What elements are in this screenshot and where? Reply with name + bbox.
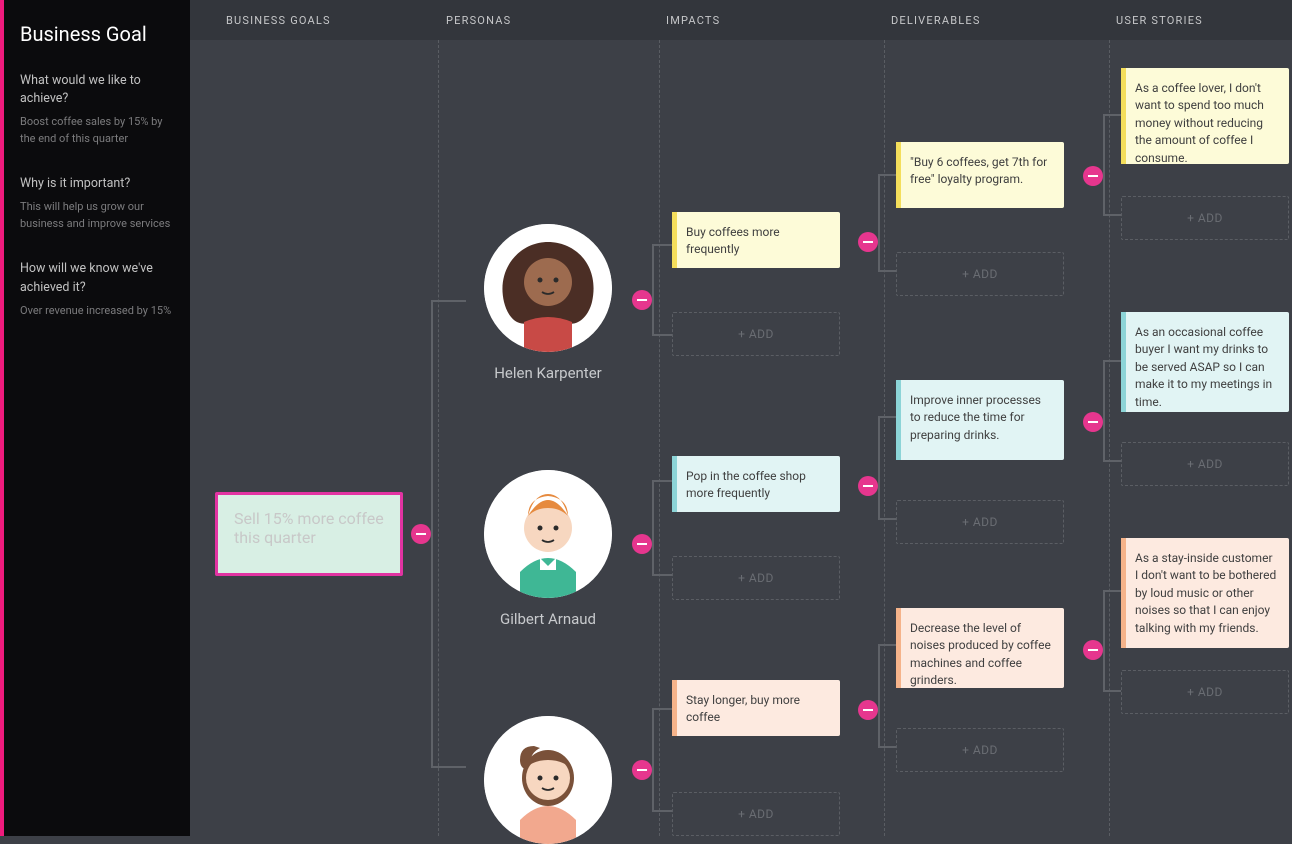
- story-card[interactable]: As a stay-inside customer I don't want t…: [1121, 538, 1289, 648]
- business-goal-card[interactable]: Sell 15% more coffee this quarter: [215, 492, 403, 576]
- connector: [652, 480, 672, 576]
- canvas[interactable]: BUSINESS GOALS PERSONAS IMPACTS DELIVERA…: [190, 0, 1292, 836]
- collapse-toggle[interactable]: [1083, 640, 1103, 660]
- connector: [1103, 590, 1121, 692]
- connector: [652, 244, 672, 336]
- avatar-helen: [484, 224, 612, 352]
- deliverable-card[interactable]: Decrease the level of noises produced by…: [896, 608, 1064, 688]
- persona-unknown[interactable]: [468, 716, 628, 844]
- impact-text: Pop in the coffee shop more frequently: [686, 469, 806, 500]
- deliverable-card[interactable]: Improve inner processes to reduce the ti…: [896, 380, 1064, 460]
- impact-text: Buy coffees more frequently: [686, 225, 780, 256]
- deliverable-text: Decrease the level of noises produced by…: [910, 621, 1051, 687]
- add-impact[interactable]: + ADD: [672, 792, 840, 836]
- map-content: Sell 15% more coffee this quarter Helen …: [190, 40, 1292, 836]
- connector: [878, 644, 896, 748]
- add-story[interactable]: + ADD: [1121, 670, 1289, 714]
- persona-helen[interactable]: Helen Karpenter: [468, 224, 628, 382]
- avatar-gilbert: [484, 470, 612, 598]
- connector: [431, 300, 466, 768]
- story-card[interactable]: As a coffee lover, I don't want to spend…: [1121, 68, 1289, 164]
- story-text: As a stay-inside customer I don't want t…: [1135, 551, 1276, 635]
- connector: [1103, 114, 1121, 216]
- add-story[interactable]: + ADD: [1121, 196, 1289, 240]
- app-root: Business Goal What would we like to achi…: [0, 0, 1292, 836]
- question-achieve: What would we like to achieve?: [20, 72, 172, 108]
- deliverable-text: Improve inner processes to reduce the ti…: [910, 393, 1041, 442]
- add-story[interactable]: + ADD: [1121, 442, 1289, 486]
- collapse-toggle[interactable]: [858, 476, 878, 496]
- col-header-personas: PERSONAS: [446, 14, 511, 27]
- story-text: As an occasional coffee buyer I want my …: [1135, 325, 1272, 409]
- collapse-toggle[interactable]: [632, 290, 652, 310]
- collapse-toggle[interactable]: [858, 700, 878, 720]
- answer-achieve: Boost coffee sales by 15% by the end of …: [20, 114, 172, 147]
- collapse-toggle[interactable]: [632, 760, 652, 780]
- impact-card[interactable]: Pop in the coffee shop more frequently: [672, 456, 840, 512]
- story-card[interactable]: As an occasional coffee buyer I want my …: [1121, 312, 1289, 412]
- deliverable-card[interactable]: "Buy 6 coffees, get 7th for free" loyalt…: [896, 142, 1064, 208]
- add-impact[interactable]: + ADD: [672, 312, 840, 356]
- col-header-deliverables: DELIVERABLES: [891, 14, 981, 27]
- impact-text: Stay longer, buy more coffee: [686, 693, 800, 724]
- connector: [652, 708, 672, 812]
- add-deliverable[interactable]: + ADD: [896, 728, 1064, 772]
- collapse-toggle[interactable]: [858, 232, 878, 252]
- add-deliverable[interactable]: + ADD: [896, 252, 1064, 296]
- collapse-toggle[interactable]: [411, 524, 431, 544]
- collapse-toggle[interactable]: [632, 534, 652, 554]
- persona-gilbert[interactable]: Gilbert Arnaud: [468, 470, 628, 628]
- sidebar-title: Business Goal: [20, 22, 172, 46]
- story-text: As a coffee lover, I don't want to spend…: [1135, 81, 1264, 165]
- collapse-toggle[interactable]: [1083, 166, 1103, 186]
- collapse-toggle[interactable]: [1083, 412, 1103, 432]
- question-important: Why is it important?: [20, 175, 172, 193]
- col-header-impacts: IMPACTS: [666, 14, 720, 27]
- answer-important: This will help us grow our business and …: [20, 199, 172, 232]
- connector: [878, 416, 896, 520]
- column-headers: BUSINESS GOALS PERSONAS IMPACTS DELIVERA…: [190, 0, 1292, 40]
- answer-know: Over revenue increased by 15%: [20, 303, 172, 320]
- question-know: How will we know we've achieved it?: [20, 260, 172, 296]
- col-header-user-stories: USER STORIES: [1116, 14, 1203, 27]
- connector: [1103, 360, 1121, 462]
- deliverable-text: "Buy 6 coffees, get 7th for free" loyalt…: [910, 155, 1047, 186]
- persona-name: Helen Karpenter: [468, 364, 628, 382]
- col-header-business-goals: BUSINESS GOALS: [226, 14, 331, 27]
- avatar-unknown: [484, 716, 612, 844]
- impact-card[interactable]: Stay longer, buy more coffee: [672, 680, 840, 736]
- sidebar: Business Goal What would we like to achi…: [4, 0, 190, 836]
- goal-text: Sell 15% more coffee this quarter: [234, 509, 384, 547]
- impact-card[interactable]: Buy coffees more frequently: [672, 212, 840, 268]
- connector: [878, 174, 896, 272]
- add-impact[interactable]: + ADD: [672, 556, 840, 600]
- add-deliverable[interactable]: + ADD: [896, 500, 1064, 544]
- persona-name: Gilbert Arnaud: [468, 610, 628, 628]
